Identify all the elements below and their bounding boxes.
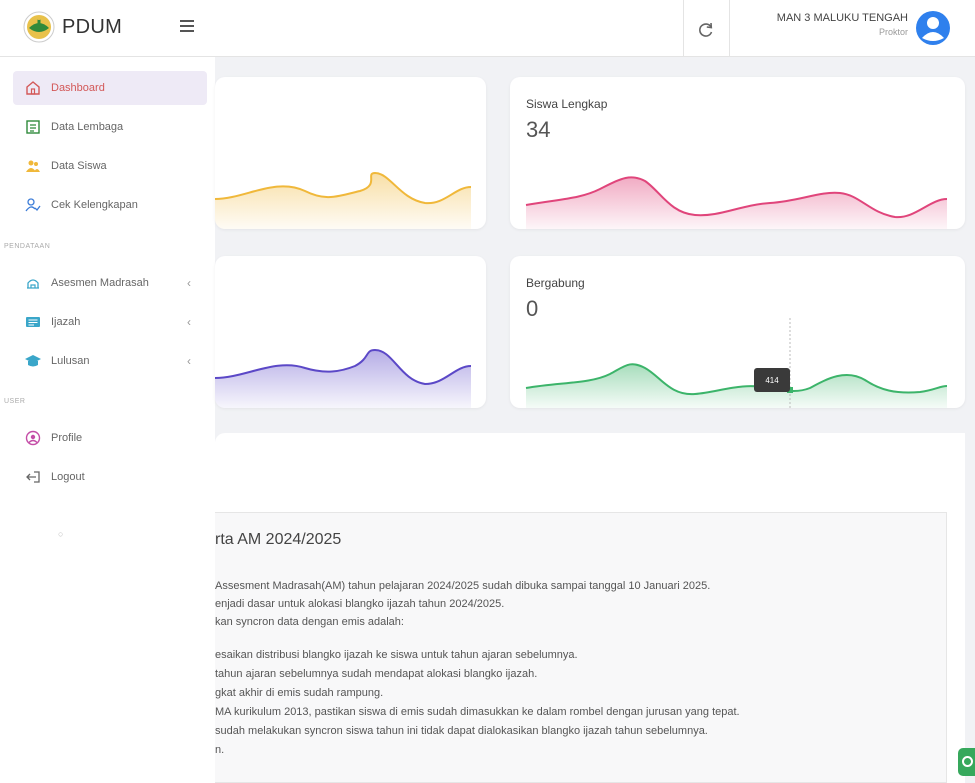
sidebar-item-profile[interactable]: Profile [13, 421, 207, 455]
sidebar-item-label: Cek Kelengkapan [51, 199, 138, 211]
menu-toggle-button[interactable] [180, 20, 194, 32]
users-icon [26, 160, 40, 172]
notice-title: rta AM 2024/2025 [215, 531, 342, 548]
sidebar-item-label: Logout [51, 471, 85, 483]
notice-box: rta AM 2024/2025 Assesment Madrasah(AM) … [215, 512, 947, 783]
sidebar-bottom-mark: ○ [58, 529, 64, 539]
graduation-cap-icon [25, 355, 41, 367]
mosque-icon [27, 279, 39, 289]
top-bar: PDUM MAN 3 MALUKU TENGAH Proktor [0, 0, 975, 57]
avatar-icon[interactable] [915, 10, 951, 46]
brand[interactable]: PDUM [22, 10, 122, 44]
building-icon [26, 120, 40, 134]
notice-line: n. [215, 744, 225, 756]
stat-card-purple [215, 256, 486, 408]
card-title: Siswa Lengkap [526, 97, 608, 111]
card-title: Bergabung [526, 276, 585, 290]
notice-line: tahun ajaran sebelumnya sudah mendapat a… [215, 668, 538, 680]
help-icon [962, 756, 973, 767]
sidebar-item-dashboard[interactable]: Dashboard [13, 71, 207, 105]
kemenag-logo-icon [23, 11, 55, 43]
sidebar-item-label: Data Lembaga [51, 121, 124, 133]
sidebar-item-asesmen-madrasah[interactable]: Asesmen Madrasah ‹ [13, 266, 207, 300]
sparkline-green [525, 318, 948, 408]
sidebar-item-cek-kelengkapan[interactable]: Cek Kelengkapan [13, 188, 207, 222]
sidebar-item-data-lembaga[interactable]: Data Lembaga [13, 110, 207, 144]
divider [683, 0, 684, 57]
user-role: Proktor [878, 27, 908, 37]
stat-card-siswa-lengkap: Siswa Lengkap 34 [510, 77, 965, 229]
stat-card-yellow [215, 77, 486, 229]
user-info[interactable]: MAN 3 MALUKU TENGAH Proktor [758, 12, 908, 37]
chevron-left-icon: ‹ [187, 276, 191, 290]
sidebar: Dashboard Data Lembaga Data Siswa Cek Ke… [0, 57, 215, 783]
notice-line: gkat akhir di emis sudah rampung. [215, 687, 384, 699]
stat-card-bergabung: Bergabung 0 [510, 256, 965, 408]
sparkline-pink [525, 176, 948, 229]
sidebar-item-label: Data Siswa [51, 160, 107, 172]
sparkline-purple [215, 348, 472, 408]
sidebar-item-label: Dashboard [51, 82, 105, 94]
notice-line: Assesment Madrasah(AM) tahun pelajaran 2… [215, 580, 711, 592]
sparkline-yellow [215, 171, 472, 229]
floating-help-button[interactable] [958, 748, 975, 776]
sidebar-item-lulusan[interactable]: Lulusan ‹ [13, 344, 207, 378]
chevron-left-icon: ‹ [187, 354, 191, 368]
sidebar-item-label: Asesmen Madrasah [51, 277, 149, 289]
section-label-user: USER [4, 398, 26, 405]
notice-line: kan syncron data dengan emis adalah: [215, 616, 404, 628]
profile-icon [25, 430, 41, 446]
logout-icon [26, 471, 40, 483]
section-label-pendataan: PENDATAAN [4, 243, 51, 250]
sidebar-item-label: Ijazah [51, 316, 81, 328]
sidebar-item-ijazah[interactable]: Ijazah ‹ [13, 305, 207, 339]
sidebar-item-data-siswa[interactable]: Data Siswa [13, 149, 207, 183]
notice-line: esaikan distribusi blangko ijazah ke sis… [215, 649, 578, 661]
sidebar-item-label: Profile [51, 432, 83, 444]
divider [729, 0, 730, 57]
sidebar-item-label: Lulusan [51, 355, 90, 367]
refresh-icon[interactable] [696, 20, 716, 40]
chart-tooltip: 414 [754, 368, 790, 392]
user-name: MAN 3 MALUKU TENGAH [776, 12, 908, 24]
notice-line: MA kurikulum 2013, pastikan siswa di emi… [215, 706, 740, 718]
app-name: PDUM [62, 15, 123, 38]
home-icon [26, 81, 40, 95]
chevron-left-icon: ‹ [187, 315, 191, 329]
sidebar-item-logout[interactable]: Logout [13, 460, 207, 494]
notice-line: enjadi dasar untuk alokasi blangko ijaza… [215, 598, 505, 610]
notice-line: sudah melakukan syncron siswa tahun ini … [215, 725, 708, 737]
user-check-icon [25, 198, 41, 212]
certificate-icon [26, 317, 40, 327]
